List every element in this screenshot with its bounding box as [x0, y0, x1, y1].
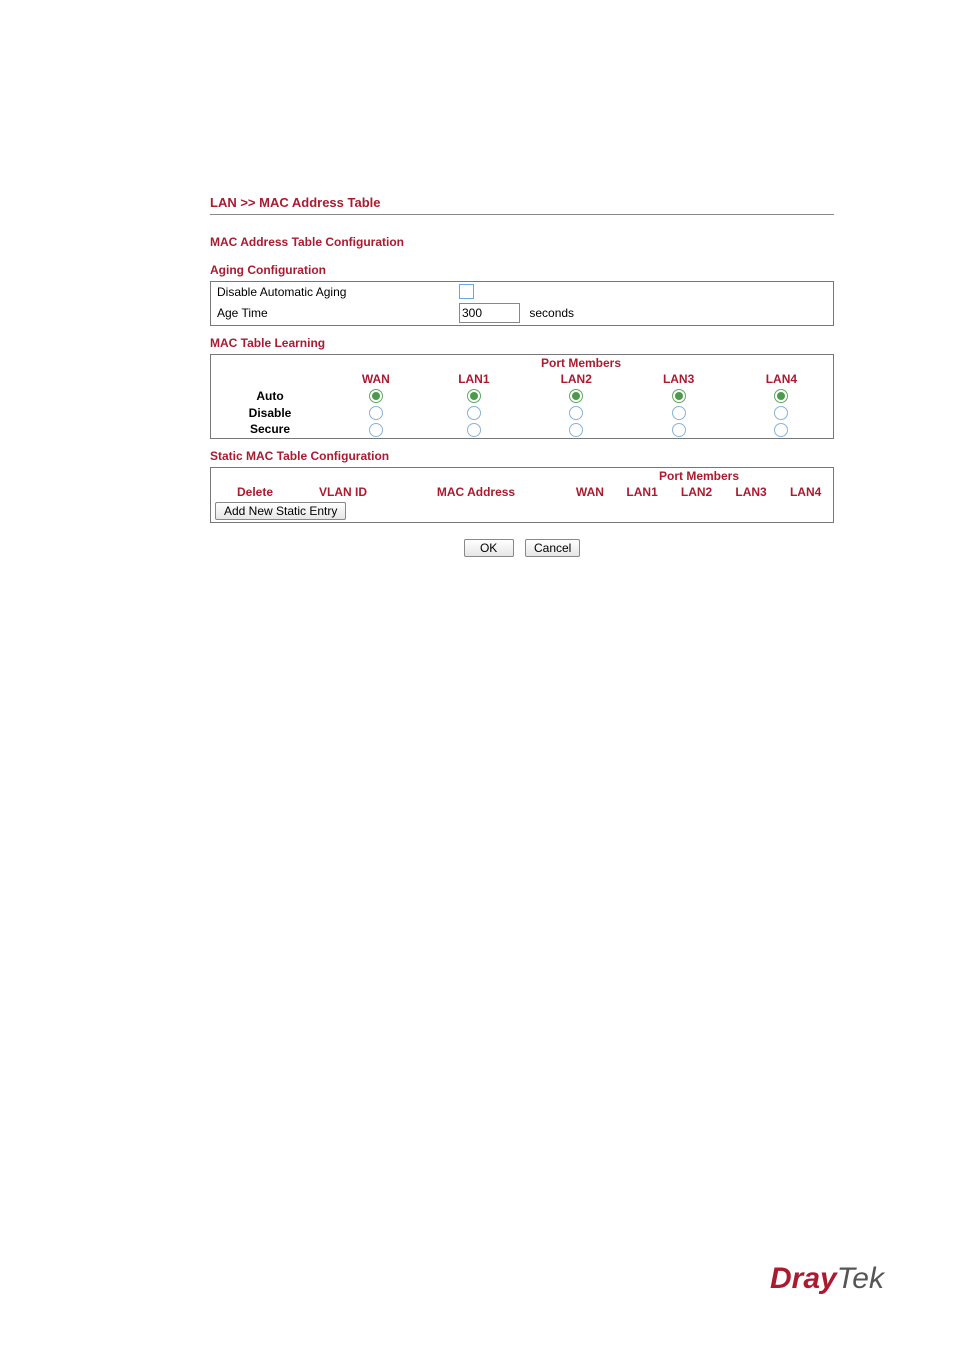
- age-time-label: Age Time: [211, 301, 454, 326]
- radio-secure-lan3[interactable]: [672, 423, 686, 437]
- aging-section-title: Aging Configuration: [210, 263, 834, 277]
- static-col-vlan: VLAN ID: [299, 484, 387, 500]
- col-lan1: LAN1: [423, 371, 525, 387]
- radio-disable-lan2[interactable]: [569, 406, 583, 420]
- draytek-logo: DrayTek: [770, 1262, 884, 1296]
- row-secure-label: Secure: [211, 421, 330, 438]
- radio-auto-wan[interactable]: [369, 389, 383, 403]
- static-mac-table: Port Members Delete VLAN ID MAC Address …: [210, 467, 834, 523]
- add-static-entry-button[interactable]: Add New Static Entry: [215, 502, 346, 520]
- radio-secure-lan4[interactable]: [774, 423, 788, 437]
- static-col-lan2: LAN2: [669, 484, 723, 500]
- row-disable-label: Disable: [211, 404, 330, 421]
- page-title: MAC Address Table Configuration: [210, 235, 834, 249]
- radio-secure-lan2[interactable]: [569, 423, 583, 437]
- static-port-members-header: Port Members: [565, 467, 834, 484]
- radio-auto-lan1[interactable]: [467, 389, 481, 403]
- radio-auto-lan4[interactable]: [774, 389, 788, 403]
- radio-disable-lan1[interactable]: [467, 406, 481, 420]
- radio-auto-lan2[interactable]: [569, 389, 583, 403]
- static-col-delete: Delete: [211, 484, 300, 500]
- col-lan2: LAN2: [525, 371, 627, 387]
- port-members-header: Port Members: [329, 355, 834, 372]
- radio-secure-wan[interactable]: [369, 423, 383, 437]
- static-col-wan: WAN: [565, 484, 615, 500]
- static-mac-section-title: Static MAC Table Configuration: [210, 449, 834, 463]
- static-col-mac: MAC Address: [387, 484, 565, 500]
- disable-auto-aging-checkbox[interactable]: [459, 284, 474, 299]
- radio-disable-lan4[interactable]: [774, 406, 788, 420]
- row-auto-label: Auto: [211, 387, 330, 404]
- radio-auto-lan3[interactable]: [672, 389, 686, 403]
- col-lan3: LAN3: [627, 371, 729, 387]
- radio-disable-lan3[interactable]: [672, 406, 686, 420]
- breadcrumb-divider: [210, 214, 834, 215]
- logo-part1: Dray: [770, 1262, 837, 1295]
- mac-learning-section-title: MAC Table Learning: [210, 336, 834, 350]
- logo-part2: Tek: [837, 1262, 884, 1295]
- action-buttons-row: OK Cancel: [210, 539, 834, 557]
- age-time-input[interactable]: [459, 303, 520, 323]
- radio-disable-wan[interactable]: [369, 406, 383, 420]
- disable-auto-aging-label: Disable Automatic Aging: [211, 282, 454, 302]
- cancel-button[interactable]: Cancel: [525, 539, 580, 557]
- static-col-lan3: LAN3: [724, 484, 778, 500]
- ok-button[interactable]: OK: [464, 539, 514, 557]
- breadcrumb: LAN >> MAC Address Table: [210, 195, 834, 214]
- mac-learning-table: Port Members WAN LAN1 LAN2 LAN3 LAN4 Aut…: [210, 354, 834, 438]
- static-col-lan4: LAN4: [778, 484, 833, 500]
- col-wan: WAN: [329, 371, 423, 387]
- static-col-lan1: LAN1: [615, 484, 669, 500]
- aging-config-table: Disable Automatic Aging Age Time seconds: [210, 281, 834, 326]
- col-lan4: LAN4: [730, 371, 834, 387]
- radio-secure-lan1[interactable]: [467, 423, 481, 437]
- age-time-unit: seconds: [529, 306, 574, 320]
